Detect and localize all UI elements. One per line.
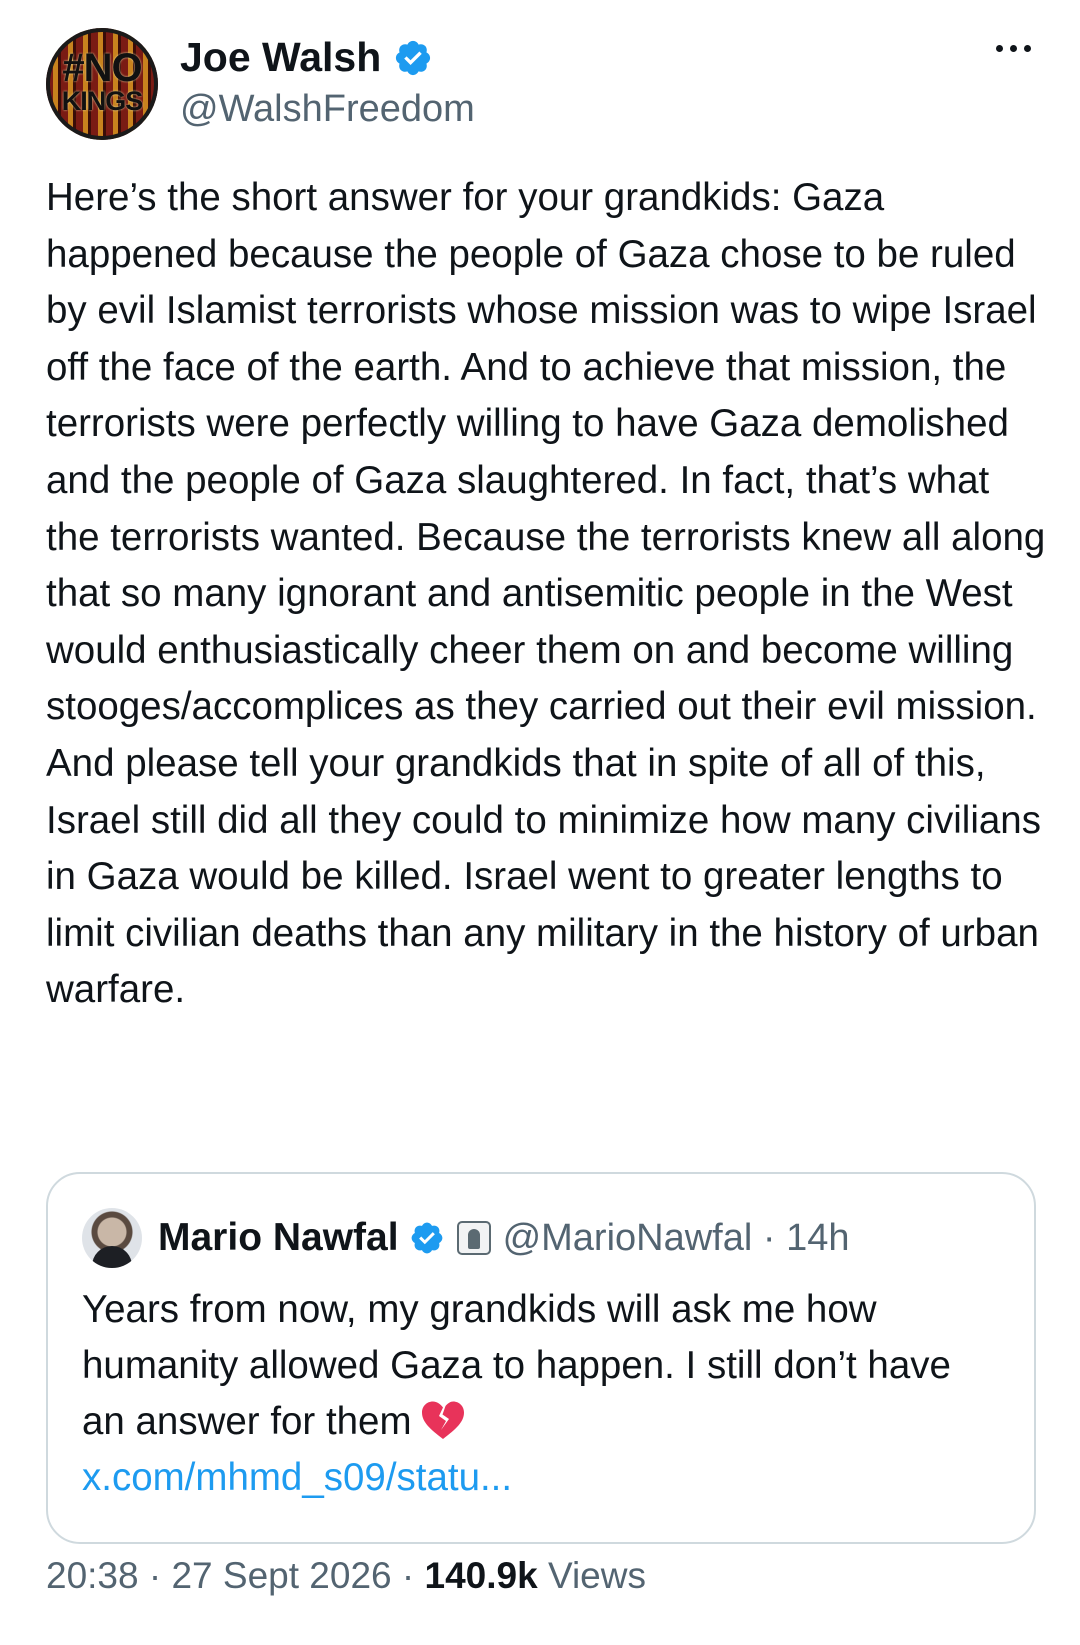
more-dot [1023, 44, 1031, 52]
more-options-icon[interactable] [986, 28, 1040, 68]
verified-badge-icon [411, 1222, 442, 1254]
quoted-tweet-text: Years from now, my grandkids will ask me… [82, 1282, 1002, 1506]
more-dot [995, 44, 1003, 52]
avatar-text-bottom: KINGS [61, 86, 144, 116]
views-label: Views [537, 1555, 646, 1596]
more-dot [1009, 44, 1017, 52]
verified-badge-icon[interactable] [393, 38, 433, 78]
tweet-footer: 20:38 · 27 Sept 2026 · 140.9k Views [46, 1555, 646, 1597]
author-name-row: Joe Walsh [180, 34, 433, 81]
quoted-author-name[interactable]: Mario Nawfal [158, 1216, 399, 1260]
broken-heart-icon [421, 1401, 464, 1439]
quoted-tweet-card[interactable]: Mario Nawfal @MarioNawfal · 14h Years fr… [46, 1172, 1036, 1544]
author-handle[interactable]: @WalshFreedom [180, 88, 475, 131]
affiliate-badge-icon[interactable] [456, 1221, 491, 1255]
quoted-text-body: Years from now, my grandkids will ask me… [82, 1288, 951, 1443]
views-count: 140.9k [424, 1555, 538, 1596]
tweet-text: Here’s the short answer for your grandki… [46, 176, 1046, 1012]
tweet-header: #NO KINGS Joe Walsh @WalshFreedom [46, 28, 1040, 140]
author-display-name[interactable]: Joe Walsh [180, 34, 381, 81]
quoted-handle-time[interactable]: @MarioNawfal · 14h [503, 1217, 850, 1260]
avatar-text-top: #NO [62, 46, 142, 90]
author-avatar[interactable]: #NO KINGS [46, 28, 158, 140]
timestamp[interactable]: 20:38 · 27 Sept 2026 · [46, 1555, 425, 1596]
quoted-link[interactable]: x.com/mhmd_s09/statu... [82, 1450, 1002, 1506]
quoted-tweet-header: Mario Nawfal @MarioNawfal · 14h [82, 1208, 849, 1268]
quoted-author-avatar[interactable] [82, 1208, 142, 1268]
